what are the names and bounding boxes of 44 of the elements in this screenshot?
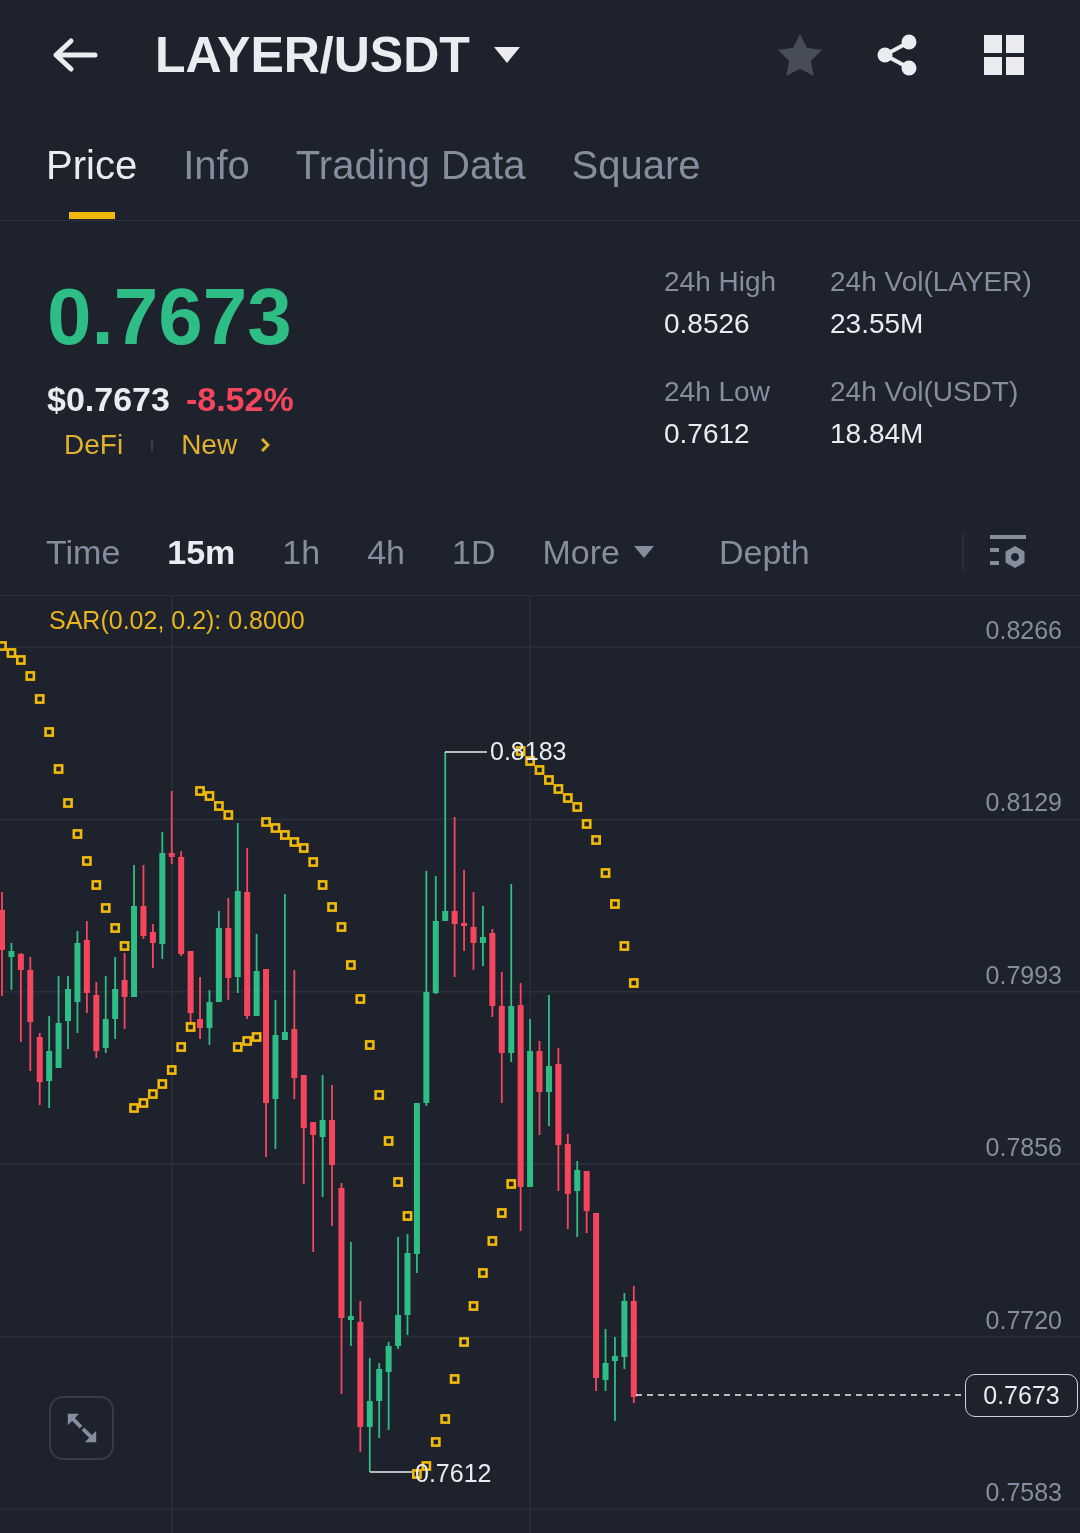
price-axis-label: 0.7720 (985, 1307, 1062, 1333)
current-price-label: 0.7673 (965, 1374, 1078, 1417)
interval-tab[interactable]: Time (46, 534, 121, 569)
tab[interactable]: Square (571, 110, 701, 220)
high-leader-line (444, 751, 488, 753)
stat-label: 24h Vol(LAYER) (830, 268, 1032, 296)
tab[interactable]: Info (183, 110, 250, 220)
stat-label: 24h Low (664, 378, 771, 406)
stat-label: 24h Vol(USDT) (830, 378, 1020, 406)
price-axis-label: 0.8129 (985, 790, 1062, 816)
stat-value: 23.55M (830, 310, 925, 338)
depth-tab[interactable]: Depth (718, 534, 810, 569)
stat-label: 24h High (664, 268, 778, 296)
chevron-right-icon[interactable] (260, 437, 271, 453)
interval-dropdown[interactable]: More (542, 534, 654, 569)
caret-down-icon (633, 545, 654, 558)
tab[interactable]: Trading Data (295, 110, 526, 220)
price-axis-label: 0.8266 (985, 618, 1062, 643)
interval-tab[interactable]: 1h (282, 534, 321, 569)
price-axis-label: 0.7856 (985, 1135, 1062, 1161)
pair-selector[interactable]: LAYER/USDT (155, 30, 520, 80)
category-link[interactable]: DeFi (64, 431, 124, 459)
interval-tab[interactable]: 4h (367, 534, 405, 569)
low-leader-line (369, 1471, 413, 1473)
indicator-legend: SAR(0.02, 0.2): 0.8000 (49, 608, 305, 633)
star-icon[interactable] (778, 33, 822, 77)
stat-value: 18.84M (830, 420, 925, 448)
interval-tab[interactable]: 15m (167, 534, 236, 569)
fullscreen-button[interactable] (49, 1396, 114, 1460)
price-axis-label: 0.7993 (985, 962, 1062, 988)
usd-price: $0.7673 (47, 382, 170, 416)
price-axis-label: 0.7583 (985, 1480, 1062, 1505)
stat-value: 0.8526 (664, 310, 751, 338)
category-link[interactable]: New (181, 431, 238, 459)
tab[interactable]: Price (46, 110, 138, 220)
caret-down-icon (493, 47, 520, 63)
last-price: 0.7673 (47, 277, 292, 357)
grid-icon[interactable] (984, 35, 1024, 75)
settings-icon[interactable] (990, 533, 1026, 570)
share-icon[interactable] (876, 34, 918, 76)
stat-value: 0.7612 (664, 420, 751, 448)
interval-tab[interactable]: 1D (452, 534, 496, 569)
price-change: -8.52% (185, 382, 294, 416)
back-arrow-icon[interactable] (52, 37, 98, 73)
